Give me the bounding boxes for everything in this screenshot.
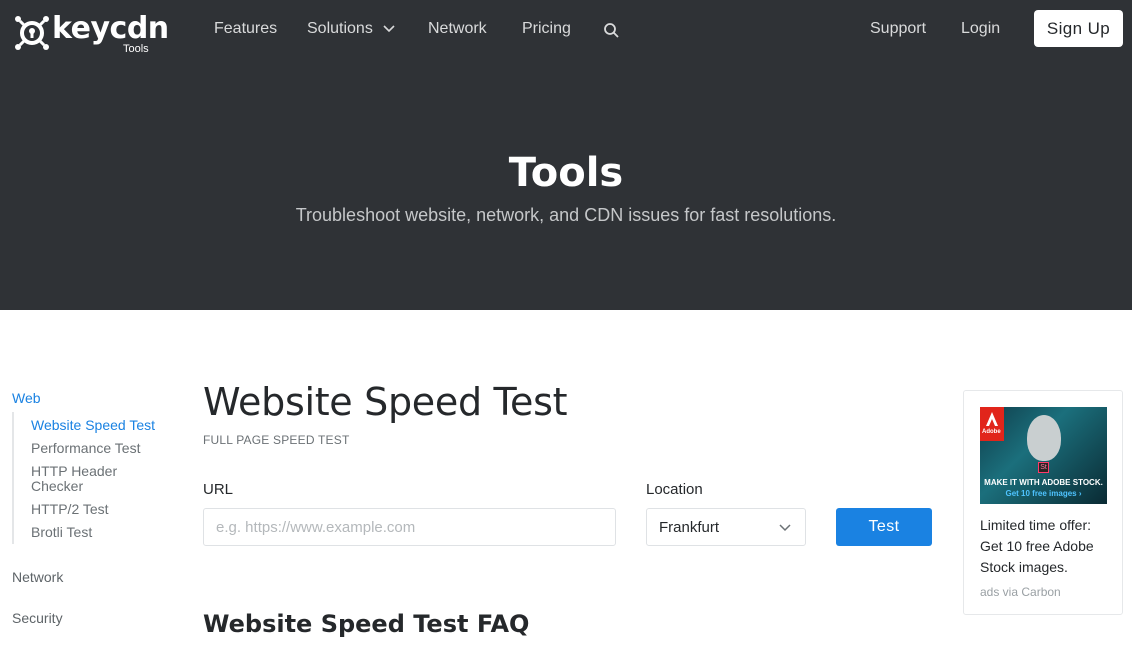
signup-button[interactable]: Sign Up [1034,10,1123,47]
ad-image-headline: MAKE IT WITH ADOBE STOCK. [984,478,1103,487]
top-navigation: keycdn Tools Features Solutions Network … [0,0,1132,62]
adobe-stock-badge: St [1038,462,1049,473]
faq-heading: Website Speed Test FAQ [203,610,530,638]
hero-section: keycdn Tools Features Solutions Network … [0,0,1132,310]
ad-portrait [1027,415,1061,461]
nav-support[interactable]: Support [870,20,926,38]
adobe-logo-icon: Adobe [980,407,1004,441]
nav-login[interactable]: Login [961,20,1000,38]
location-select[interactable]: Frankfurt [646,508,806,546]
page-kicker: FULL PAGE SPEED TEST [203,433,350,447]
keycdn-logo-icon [15,16,49,50]
carbon-ad[interactable]: Adobe St MAKE IT WITH ADOBE STOCK. Get 1… [963,390,1123,615]
brand-name: keycdn [52,11,169,46]
sidebar-group-network[interactable]: Network [12,569,63,585]
brand-logo[interactable]: keycdn Tools [12,9,169,57]
url-input[interactable] [203,508,616,546]
hero-subtitle: Troubleshoot website, network, and CDN i… [295,205,837,225]
ad-text[interactable]: Limited time offer: Get 10 free Adobe St… [980,515,1110,578]
url-label: URL [203,481,234,498]
hero-title: Tools [508,150,624,196]
nav-solutions[interactable]: Solutions [307,20,373,38]
sidebar-item-http2-test[interactable]: HTTP/2 Test [31,502,161,517]
adobe-logo-text: Adobe [982,429,1001,435]
ad-attribution[interactable]: ads via Carbon [980,585,1061,599]
test-button[interactable]: Test [836,508,932,546]
sidebar-item-performance-test[interactable]: Performance Test [31,441,161,456]
brand-subtitle: Tools [123,43,149,55]
sidebar-group-security[interactable]: Security [12,610,63,626]
ad-image-cta: Get 10 free images › [1005,489,1082,498]
nav-network[interactable]: Network [428,20,487,38]
ad-image[interactable]: Adobe St MAKE IT WITH ADOBE STOCK. Get 1… [980,407,1107,504]
sidebar-item-brotli-test[interactable]: Brotli Test [31,525,161,540]
chevron-down-icon [779,524,791,532]
sidebar-item-http-header-checker[interactable]: HTTP Header Checker [31,464,161,494]
nav-features[interactable]: Features [214,20,277,38]
location-selected-value: Frankfurt [659,519,720,536]
adobe-a-icon [986,412,998,426]
location-label: Location [646,481,703,498]
sidebar-web-list: Website Speed Test Performance Test HTTP… [12,412,172,544]
chevron-down-icon[interactable] [382,22,396,36]
sidebar-group-web[interactable]: Web [12,390,41,406]
page-title: Website Speed Test [203,380,568,424]
nav-pricing[interactable]: Pricing [522,20,571,38]
sidebar-item-website-speed-test[interactable]: Website Speed Test [31,418,161,433]
search-icon[interactable] [603,22,620,39]
